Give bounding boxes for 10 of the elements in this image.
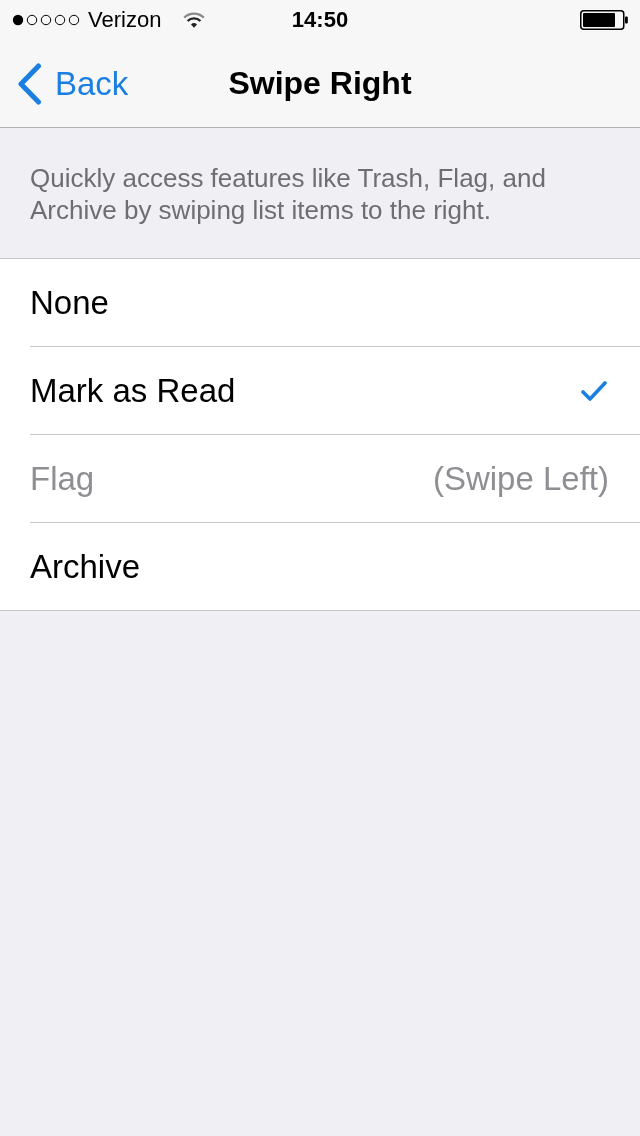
option-detail: (Swipe Left)	[432, 459, 609, 498]
carrier-name: Verizon	[88, 7, 162, 33]
back-button[interactable]: Back	[0, 53, 135, 114]
screen-title: Swipe Right	[228, 65, 412, 102]
battery-icon	[580, 10, 628, 30]
chevron-icon	[16, 62, 42, 105]
clock-time: 14:50	[291, 7, 349, 33]
signal-strength-icon	[12, 14, 80, 26]
section-description: Quickly access features like Trash, Flag, and Archive by swiping list items to the right.	[30, 162, 547, 226]
wifi-icon	[183, 12, 206, 28]
